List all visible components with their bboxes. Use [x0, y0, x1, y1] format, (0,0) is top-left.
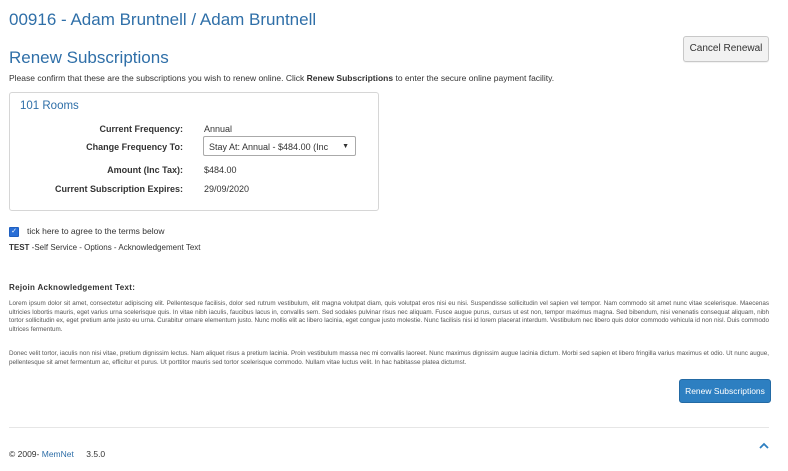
renew-subscriptions-button[interactable]: Renew Subscriptions	[679, 379, 771, 403]
rejoin-paragraph-2: Donec velit tortor, iaculis non nisi vit…	[9, 350, 769, 366]
change-frequency-label: Change Frequency To:	[86, 142, 183, 152]
current-frequency-label: Current Frequency:	[99, 124, 183, 134]
ack-rest: -Self Service - Options - Acknowledgemen…	[29, 243, 201, 252]
page-title: 00916 - Adam Bruntnell / Adam Bruntnell	[9, 10, 317, 29]
chevron-up-icon[interactable]	[757, 440, 771, 454]
change-frequency-select[interactable]: Stay At: Annual - $484.00 (Inc ▼	[203, 136, 356, 156]
check-icon: ✓	[11, 228, 17, 235]
expires-label: Current Subscription Expires:	[54, 184, 183, 194]
rejoin-title: Rejoin Acknowledgement Text:	[9, 283, 136, 292]
intro-prefix: Please confirm that these are the subscr…	[9, 73, 307, 83]
section-title: Renew Subscriptions	[9, 48, 169, 67]
rejoin-paragraph-1: Lorem ipsum dolor sit amet, consectetur …	[9, 300, 769, 333]
change-frequency-selected: Stay At: Annual - $484.00 (Inc	[209, 142, 329, 152]
agree-label: tick here to agree to the terms below	[27, 226, 165, 236]
version-text: 3.5.0	[86, 449, 106, 459]
footer-divider	[9, 427, 769, 428]
copyright-text: © 2009-	[9, 449, 40, 459]
intro-suffix: to enter the secure online payment facil…	[393, 73, 555, 83]
acknowledgement-text: TEST -Self Service - Options - Acknowled…	[9, 243, 201, 252]
subscription-name: 101 Rooms	[20, 100, 79, 112]
intro-text: Please confirm that these are the subscr…	[9, 73, 554, 83]
amount-label: Amount (Inc Tax):	[107, 165, 183, 175]
ack-strong: TEST	[9, 243, 30, 252]
memnet-link[interactable]: MemNet	[42, 449, 74, 459]
current-frequency-value: Annual	[204, 124, 233, 134]
cancel-renewal-button[interactable]: Cancel Renewal	[683, 36, 769, 62]
footer: © 2009- MemNet 3.5.0	[9, 449, 105, 459]
caret-down-icon: ▼	[342, 143, 349, 150]
amount-value: $484.00	[204, 165, 237, 175]
agree-checkbox[interactable]: ✓	[9, 227, 19, 237]
intro-bold: Renew Subscriptions	[306, 73, 394, 83]
subscription-panel: 101 Rooms Current Frequency: Annual Chan…	[9, 92, 379, 211]
expires-value: 29/09/2020	[204, 184, 250, 194]
